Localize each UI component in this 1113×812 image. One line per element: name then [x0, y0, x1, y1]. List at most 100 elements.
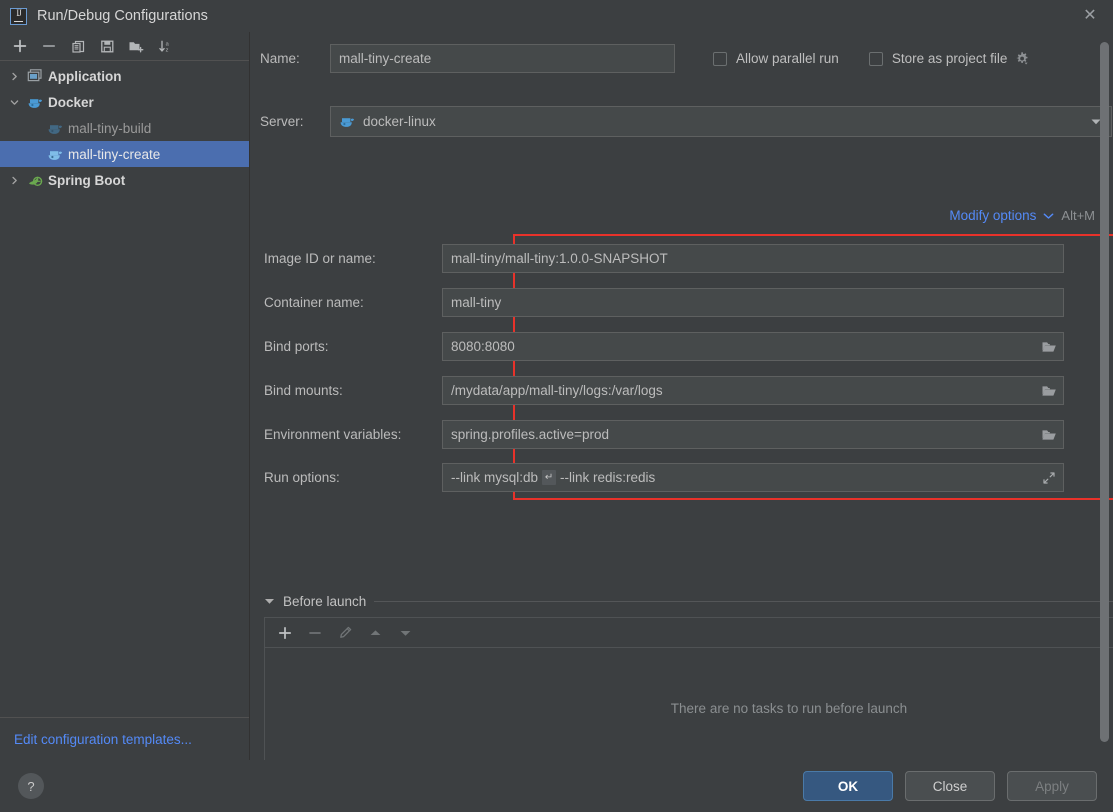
image-id-or-name-input[interactable]: mall-tiny/mall-tiny:1.0.0-SNAPSHOT [442, 244, 1064, 273]
before-launch-title: Before launch [283, 594, 367, 609]
server-value: docker-linux [363, 114, 436, 129]
container-name-input[interactable]: mall-tiny [442, 288, 1064, 317]
sort-az-icon[interactable]: a z [151, 33, 179, 59]
chevron-right-icon[interactable] [4, 72, 24, 81]
checkbox-box[interactable] [713, 51, 727, 66]
configurations-toolbar: a z [0, 32, 249, 61]
tree-node-label: mall-tiny-create [68, 146, 161, 162]
help-button[interactable]: ? [18, 773, 44, 799]
svg-text:z: z [165, 47, 168, 53]
server-row: Server: docker-linux [260, 106, 1113, 137]
name-input-value: mall-tiny-create [339, 51, 432, 66]
dialog-title: Run/Debug Configurations [37, 8, 208, 24]
before-launch-toolbar [265, 618, 1113, 648]
image-id-or-name-value: mall-tiny/mall-tiny:1.0.0-SNAPSHOT [451, 251, 668, 266]
run-debug-configurations-dialog: Run/Debug Configurations ✕ [0, 0, 1113, 812]
folder-icon[interactable] [1035, 421, 1063, 448]
apply-button[interactable]: Apply [1007, 771, 1097, 801]
expand-icon[interactable] [1035, 464, 1063, 491]
environment-variables-value: spring.profiles.active=prod [451, 427, 609, 442]
close-icon[interactable]: ✕ [1073, 1, 1107, 31]
name-row: Name: mall-tiny-create Allow parallel ru… [260, 44, 1113, 73]
tree-node-spring-boot[interactable]: Spring Boot [0, 167, 249, 193]
title-bar: Run/Debug Configurations ✕ [0, 0, 1113, 32]
before-launch-empty-message: There are no tasks to run before launch [670, 700, 908, 716]
run-options-label: Run options: [264, 470, 340, 485]
configurations-panel: a z Application Docker mall-tiny-build m… [0, 32, 250, 760]
edit-configuration-templates-link[interactable]: Edit configuration templates... [14, 732, 192, 747]
tree-node-mall-tiny-create[interactable]: mall-tiny-create [0, 141, 249, 167]
store-as-project-file-label: Store as project file [891, 51, 1008, 66]
tree-node-docker[interactable]: Docker [0, 89, 249, 115]
configuration-editor-panel: Name: mall-tiny-create Allow parallel ru… [250, 32, 1113, 760]
name-label: Name: [260, 51, 300, 66]
remove-task-button [301, 620, 329, 646]
chevron-down-icon[interactable] [4, 98, 24, 107]
docker-icon [339, 114, 356, 129]
add-task-button[interactable] [271, 620, 299, 646]
bind-mounts-input[interactable]: /mydata/app/mall-tiny/logs:/var/logs [442, 376, 1064, 405]
store-as-project-file-checkbox[interactable]: Store as project file [868, 51, 1008, 66]
docker-icon [44, 147, 66, 162]
bind-ports-label: Bind ports: [264, 339, 329, 354]
gear-icon[interactable] [1014, 51, 1030, 67]
bind-mounts-row: Bind mounts: /mydata/app/mall-tiny/logs:… [264, 376, 1113, 405]
modify-options-shortcut: Alt+M [1061, 208, 1095, 223]
run-options-row: Run options: --link mysql:db ↵ --link re… [264, 463, 1113, 492]
name-input[interactable]: mall-tiny-create [330, 44, 675, 73]
before-launch-panel: There are no tasks to run before launch [264, 617, 1113, 760]
image-id-or-name-label: Image ID or name: [264, 251, 376, 266]
docker-icon [44, 121, 66, 136]
run-options-input[interactable]: --link mysql:db ↵ --link redis:redis [442, 463, 1064, 492]
folder-icon[interactable] [1035, 333, 1063, 360]
folder-icon[interactable] [1035, 377, 1063, 404]
bind-ports-value: 8080:8080 [451, 339, 515, 354]
remove-configuration-button[interactable] [35, 33, 63, 59]
before-launch-section: Before launch There are no tasks to run … [264, 594, 1113, 760]
bind-mounts-value: /mydata/app/mall-tiny/logs:/var/logs [451, 383, 663, 398]
bind-ports-row: Bind ports: 8080:8080 [264, 332, 1113, 361]
server-combobox[interactable]: docker-linux [330, 106, 1112, 137]
run-options-value-before: --link mysql:db [451, 470, 539, 485]
server-label: Server: [260, 114, 304, 129]
tree-node-label: Spring Boot [48, 172, 126, 188]
editor-vertical-scrollbar[interactable] [1100, 42, 1109, 742]
before-launch-task-list[interactable]: There are no tasks to run before launch [265, 648, 1113, 760]
allow-parallel-run-checkbox[interactable]: Allow parallel run [713, 51, 839, 66]
container-name-value: mall-tiny [451, 295, 502, 310]
before-launch-header[interactable]: Before launch [264, 594, 1113, 609]
allow-parallel-run-label: Allow parallel run [736, 51, 839, 66]
application-icon [24, 68, 46, 84]
save-configuration-button[interactable] [93, 33, 121, 59]
ok-button[interactable]: OK [803, 771, 893, 801]
modify-options-link[interactable]: Modify options [949, 208, 1036, 223]
bind-mounts-label: Bind mounts: [264, 383, 343, 398]
close-button[interactable]: Close [905, 771, 995, 801]
tree-node-application[interactable]: Application [0, 63, 249, 89]
environment-variables-label: Environment variables: [264, 427, 402, 442]
annotation-highlight-box [513, 234, 1113, 500]
chevron-down-icon[interactable] [1043, 212, 1054, 220]
environment-variables-row: Environment variables: spring.profiles.a… [264, 420, 1113, 449]
tree-node-label: Docker [48, 94, 94, 110]
image-id-or-name-row: Image ID or name: mall-tiny/mall-tiny:1.… [264, 244, 1113, 273]
move-task-down-button [391, 620, 419, 646]
spring-boot-icon [24, 172, 46, 188]
tree-node-mall-tiny-build[interactable]: mall-tiny-build [0, 115, 249, 141]
add-configuration-button[interactable] [6, 33, 34, 59]
newline-marker-icon: ↵ [542, 470, 557, 485]
modify-options-row: Modify options Alt+M [949, 208, 1095, 223]
tree-node-label: Application [48, 68, 122, 84]
configurations-tree: Application Docker mall-tiny-build mall-… [0, 61, 249, 717]
checkbox-box[interactable] [868, 51, 883, 66]
chevron-right-icon[interactable] [4, 176, 24, 185]
dialog-footer: ? OK Close Apply [0, 760, 1113, 812]
move-task-up-button [361, 620, 389, 646]
edit-task-button [331, 620, 359, 646]
folder-add-icon[interactable] [122, 33, 150, 59]
collapse-triangle-icon[interactable] [264, 597, 275, 607]
copy-configuration-button[interactable] [64, 33, 92, 59]
section-divider [374, 601, 1113, 602]
bind-ports-input[interactable]: 8080:8080 [442, 332, 1064, 361]
environment-variables-input[interactable]: spring.profiles.active=prod [442, 420, 1064, 449]
